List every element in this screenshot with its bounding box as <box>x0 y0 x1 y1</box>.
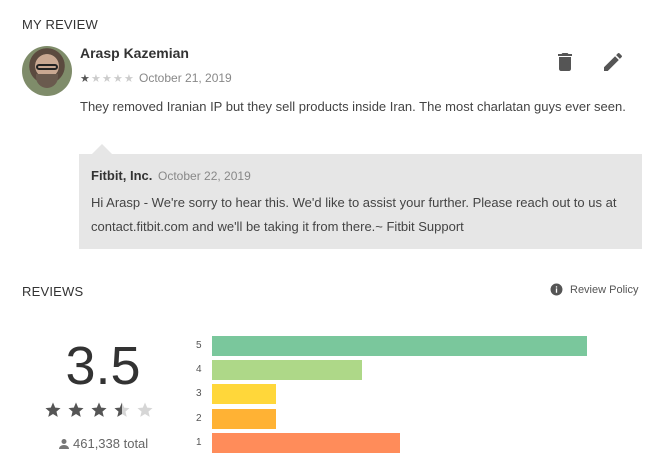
my-review-heading: MY REVIEW <box>22 17 98 32</box>
bar-label-4: 4 <box>196 364 202 376</box>
star-icon <box>45 402 61 417</box>
star-icon: ★ <box>102 73 112 85</box>
rating-bar-5 <box>212 336 587 356</box>
trash-icon <box>558 53 572 71</box>
total-count: 461,338 total <box>73 436 149 451</box>
rating-bar-1 <box>212 432 400 453</box>
star-icon: ★ <box>113 73 123 85</box>
bar-label-3: 3 <box>196 388 202 400</box>
star-icon <box>114 402 130 417</box>
rating-bar-3 <box>212 384 276 405</box>
review-text: They removed Iranian IP but they sell pr… <box>80 99 626 114</box>
reviews-heading: REVIEWS <box>22 284 84 299</box>
review-author: Arasp Kazemian <box>80 45 189 61</box>
rating-bar-4 <box>212 360 362 381</box>
reply-date: October 22, 2019 <box>158 169 251 183</box>
reply-text: Hi Arasp - We're sorry to hear this. We'… <box>91 195 617 234</box>
reply-author: Fitbit, Inc. <box>91 168 153 183</box>
star-icon: ★ <box>124 73 134 85</box>
info-icon <box>550 283 563 296</box>
average-rating: 3.5 <box>65 336 141 396</box>
person-icon <box>59 438 69 449</box>
review-policy-label: Review Policy <box>570 283 639 296</box>
bar-label-2: 2 <box>196 412 202 424</box>
developer-reply: Fitbit, Inc. October 22, 2019 Hi Arasp -… <box>79 154 642 249</box>
star-icon: ★ <box>91 73 101 85</box>
bar-label-5: 5 <box>196 340 202 351</box>
avatar <box>22 46 72 96</box>
star-icon <box>68 402 84 417</box>
star-icon <box>137 402 153 417</box>
star-icon: ★ <box>80 73 90 85</box>
review-rating: ★★★★★ October 21, 2019 <box>80 69 232 87</box>
total-reviews: 461,338 total <box>58 436 148 451</box>
star-icon <box>91 402 107 417</box>
review-stars: ★★★★★ <box>80 69 135 87</box>
rating-bar-2 <box>212 408 276 429</box>
delete-button[interactable] <box>553 50 577 74</box>
pencil-icon <box>604 52 623 71</box>
average-stars <box>44 401 159 419</box>
reply-pointer <box>92 144 112 154</box>
edit-button[interactable] <box>601 50 625 74</box>
review-policy-link[interactable]: Review Policy <box>550 283 638 296</box>
bar-label-1: 1 <box>196 436 202 448</box>
review-date: October 21, 2019 <box>139 71 232 85</box>
